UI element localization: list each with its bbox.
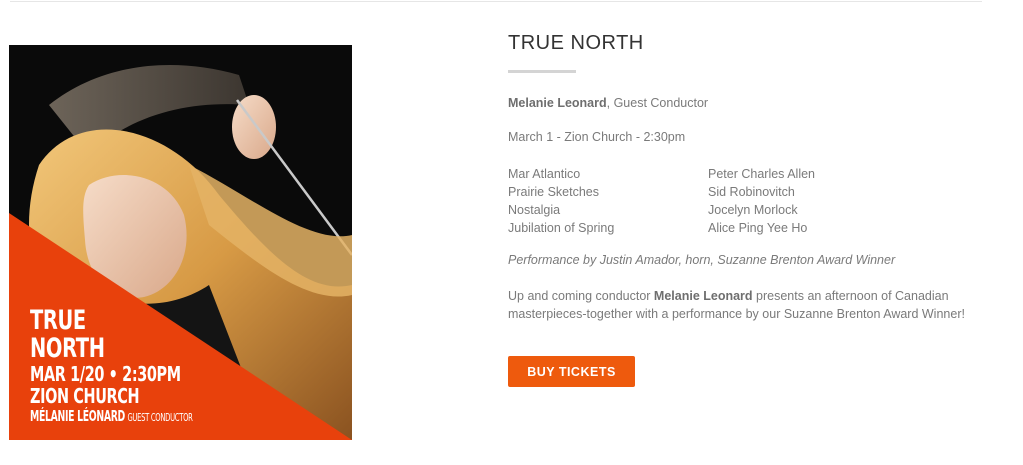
- description-conductor: Melanie Leonard: [653, 289, 753, 303]
- program-composer: Sid Robinovitch: [708, 185, 795, 199]
- poster-title-line1: TRUE: [30, 305, 86, 336]
- poster-date-time: MAR 1/20 • 2:30PM: [30, 362, 181, 386]
- program-row: Nostalgia Jocelyn Morlock: [508, 201, 868, 219]
- program-row: Prairie Sketches Sid Robinovitch: [508, 183, 868, 201]
- program-piece: Nostalgia: [508, 203, 561, 217]
- program-composer: Peter Charles Allen: [708, 167, 816, 181]
- event-date-line: March 1 - Zion Church - 2:30pm: [508, 130, 686, 144]
- poster-conductor: MÉLANIE LÉONARD GUEST CONDUCTOR: [30, 407, 193, 427]
- event-description: Up and coming conductor Melanie Leonard …: [508, 287, 986, 323]
- program-row: Jubilation of Spring Alice Ping Yee Ho: [508, 219, 868, 237]
- conductor-line: Melanie Leonard, Guest Conductor: [508, 96, 708, 110]
- performance-note: Performance by Justin Amador, horn, Suza…: [508, 253, 896, 267]
- poster-conductor-role: GUEST CONDUCTOR: [127, 411, 193, 424]
- event-poster: TRUE NORTH MAR 1/20 • 2:30PM ZION CHURCH…: [9, 45, 352, 440]
- conductor-role: , Guest Conductor: [606, 96, 709, 110]
- program-composer: Jocelyn Morlock: [708, 203, 798, 217]
- program-piece: Jubilation of Spring: [508, 221, 615, 235]
- program-list: Mar Atlantico Peter Charles Allen Prairi…: [508, 165, 868, 237]
- program-composer: Alice Ping Yee Ho: [708, 221, 808, 235]
- poster-title-line2: NORTH: [30, 333, 105, 364]
- event-title: TRUE NORTH: [508, 32, 644, 54]
- program-row: Mar Atlantico Peter Charles Allen: [508, 165, 868, 183]
- title-underline: [508, 70, 576, 73]
- description-text: Up and coming conductor: [508, 289, 654, 303]
- program-piece: Prairie Sketches: [508, 185, 600, 199]
- poster-venue: ZION CHURCH: [30, 384, 140, 408]
- program-piece: Mar Atlantico: [508, 167, 581, 181]
- conductor-name: Melanie Leonard: [508, 96, 607, 110]
- poster-caption: TRUE NORTH MAR 1/20 • 2:30PM ZION CHURCH…: [30, 307, 292, 427]
- buy-tickets-button[interactable]: BUY TICKETS: [508, 356, 635, 387]
- top-divider: [10, 1, 982, 2]
- poster-conductor-name: MÉLANIE LÉONARD: [30, 407, 125, 425]
